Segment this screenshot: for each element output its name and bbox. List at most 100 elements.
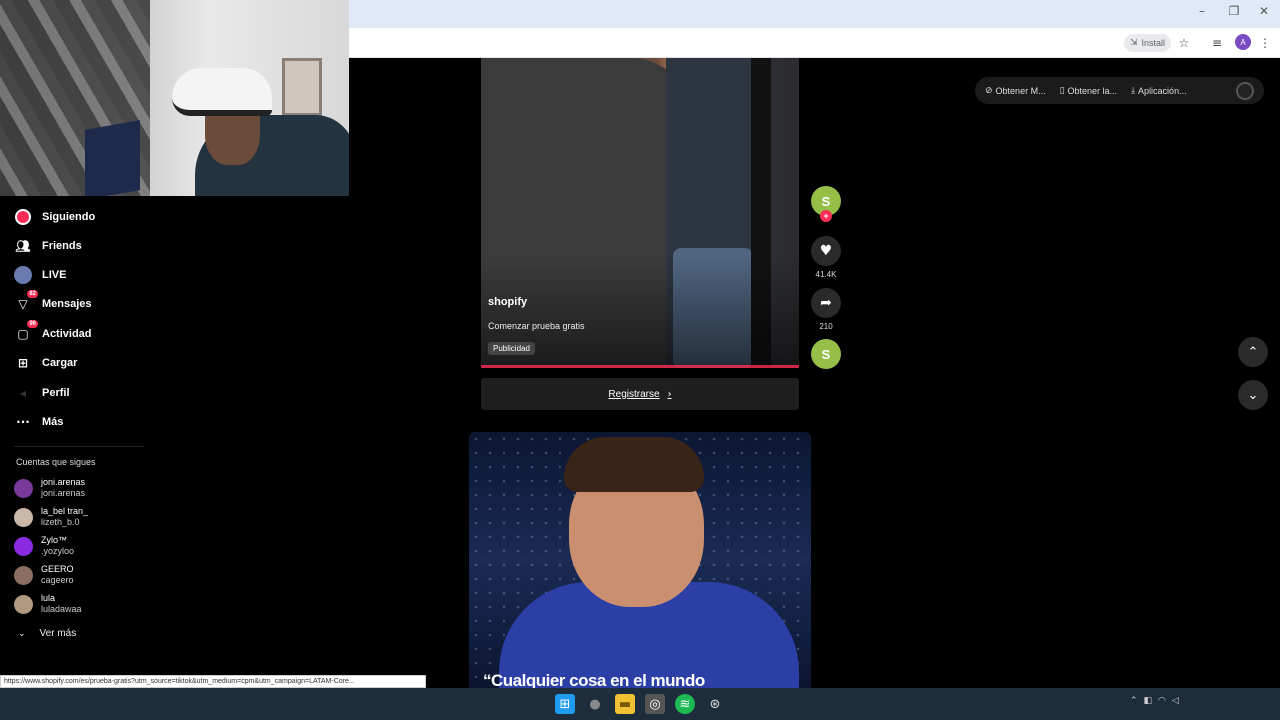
upload-icon: ⊞ bbox=[17, 356, 29, 370]
chevron-down-icon: ⌄ bbox=[1247, 387, 1259, 403]
chrome-icon[interactable]: ◎ bbox=[645, 694, 665, 714]
sidebar-item-activity[interactable]: ▢ 96 Actividad bbox=[14, 320, 92, 344]
search-icon[interactable]: ● bbox=[585, 694, 605, 714]
following-icon bbox=[14, 208, 32, 226]
sidebar-item-friends[interactable]: 👥︎ Friends bbox=[14, 236, 82, 256]
like-count: 41.4K bbox=[815, 270, 837, 279]
account-name: joni.arenas bbox=[41, 488, 86, 498]
sidebar-item-upload[interactable]: ⊞ Cargar bbox=[14, 353, 78, 373]
profile-avatar[interactable]: A bbox=[1235, 34, 1251, 50]
get-coins-label: Obtener M... bbox=[995, 85, 1046, 96]
following-account[interactable]: Zylo™ .yozyloo bbox=[14, 533, 74, 559]
sidebar-item-label: Más bbox=[42, 416, 64, 428]
account-name: lizeth_b.0 bbox=[41, 517, 80, 527]
shopify-bag-icon: S + bbox=[811, 186, 841, 222]
windows-start-icon[interactable]: ⊞ bbox=[555, 694, 575, 714]
system-tray-icons[interactable]: ⌃◧◠◁ bbox=[1130, 696, 1185, 706]
sidebar-item-live[interactable]: LIVE bbox=[14, 265, 66, 285]
avatar bbox=[14, 536, 33, 556]
ad-author-name[interactable]: shopify bbox=[488, 296, 527, 308]
following-accounts-title: Cuentas que sigues bbox=[16, 457, 96, 467]
like-button[interactable]: ♥ 41.4K bbox=[810, 236, 842, 279]
heart-icon: ♥ bbox=[811, 236, 841, 266]
link-status-bar: https://www.shopify.com/es/prueba-gratis… bbox=[0, 675, 426, 688]
previous-video-button[interactable]: ⌃ bbox=[1238, 337, 1268, 367]
webcam-picture-frame bbox=[282, 58, 322, 116]
follow-plus-icon[interactable]: + bbox=[820, 210, 832, 222]
sidebar-item-label: Siguiendo bbox=[42, 211, 96, 223]
chevron-up-icon: ⌃ bbox=[1247, 344, 1259, 360]
avatar bbox=[14, 507, 33, 527]
coin-icon: ⊘ bbox=[985, 85, 993, 96]
share-arrow-icon: ➦ bbox=[811, 288, 841, 318]
os-taskbar: ⊞ ● ▬ ◎ ≋ ⊛ bbox=[0, 688, 1280, 720]
file-explorer-icon[interactable]: ▬ bbox=[615, 694, 635, 714]
see-more-label: Ver más bbox=[39, 628, 77, 639]
install-icon: ⇲ bbox=[1130, 38, 1138, 48]
see-more-button[interactable]: ⌄ Ver más bbox=[18, 628, 76, 639]
spotify-icon[interactable]: ≋ bbox=[675, 694, 695, 714]
webcam-person-cap bbox=[172, 68, 272, 116]
account-handle: joni.arenas bbox=[41, 477, 86, 487]
sponsored-tag: Publicidad bbox=[488, 342, 535, 355]
following-account[interactable]: la_bel tran_ lizeth_b.0 bbox=[14, 504, 88, 530]
share-button[interactable]: ➦ 210 bbox=[810, 288, 842, 331]
webcam-overlay bbox=[0, 0, 349, 196]
desktop-app-label: Aplicación... bbox=[1138, 85, 1187, 96]
ad-description: Comenzar prueba gratis bbox=[488, 321, 585, 331]
next-video-button[interactable]: ⌄ bbox=[1238, 380, 1268, 410]
avatar bbox=[14, 594, 33, 614]
close-icon[interactable]: ✕ bbox=[1254, 4, 1274, 22]
minimize-icon[interactable]: – bbox=[1192, 4, 1212, 22]
maximize-icon[interactable]: ❐ bbox=[1224, 4, 1244, 22]
install-app-button[interactable]: ⇲ Install bbox=[1124, 34, 1172, 52]
sidebar-item-profile[interactable]: ◂ Perfil bbox=[14, 383, 70, 403]
steam-icon[interactable]: ⊛ bbox=[705, 694, 725, 714]
video-scene-hair bbox=[564, 437, 704, 492]
browser-toolbar: ⇲ Install ☆ ≡ A ⋮ bbox=[349, 28, 1280, 58]
media-controls-icon[interactable]: ≡ bbox=[1207, 33, 1227, 53]
install-label: Install bbox=[1141, 38, 1166, 48]
sidebar-item-label: Actividad bbox=[42, 328, 92, 340]
bookmark-star-icon[interactable]: ☆ bbox=[1174, 33, 1194, 53]
sidebar-item-label: Mensajes bbox=[42, 298, 92, 310]
chevron-right-icon: › bbox=[667, 388, 672, 400]
account-handle: Zylo™ bbox=[41, 535, 68, 545]
avatar bbox=[14, 565, 33, 585]
share-count: 210 bbox=[819, 322, 833, 331]
video-progress-bar[interactable] bbox=[481, 365, 799, 368]
next-video-player[interactable] bbox=[469, 432, 811, 688]
sidebar-item-more[interactable]: ··· Más bbox=[14, 412, 63, 432]
account-name: cageero bbox=[41, 575, 74, 585]
desktop-app-button[interactable]: ⤓ Aplicación... bbox=[1131, 86, 1187, 96]
messages-icon: ▽ 82 bbox=[18, 290, 38, 311]
sidebar-item-label: Perfil bbox=[42, 387, 70, 399]
account-handle: GEERO bbox=[41, 564, 74, 574]
profile-icon: ◂ bbox=[19, 386, 27, 400]
account-handle: la_bel tran_ bbox=[41, 506, 89, 516]
sidebar-item-following[interactable]: Siguiendo bbox=[14, 207, 95, 227]
register-cta-button[interactable]: Registrarse › bbox=[481, 378, 799, 410]
live-icon bbox=[14, 266, 32, 284]
sidebar-item-label: Cargar bbox=[42, 357, 78, 369]
activity-badge: 96 bbox=[27, 320, 38, 328]
get-app-label: Obtener la... bbox=[1067, 85, 1118, 96]
get-app-button[interactable]: ▯ Obtener la... bbox=[1060, 86, 1117, 96]
shopify-bag-icon: S bbox=[811, 339, 841, 369]
sidebar-divider bbox=[14, 446, 144, 447]
following-account[interactable]: joni.arenas joni.arenas bbox=[14, 475, 85, 501]
following-account[interactable]: GEERO cageero bbox=[14, 562, 74, 588]
messages-badge: 82 bbox=[27, 290, 38, 298]
sidebar-item-label: Friends bbox=[42, 240, 82, 252]
creator-avatar-button[interactable]: S + bbox=[810, 186, 842, 222]
browser-menu-icon[interactable]: ⋮ bbox=[1255, 33, 1275, 53]
get-coins-button[interactable]: ⊘ Obtener M... bbox=[985, 86, 1046, 96]
cta-label: Registrarse bbox=[608, 388, 660, 400]
more-icon: ··· bbox=[16, 415, 30, 429]
following-account[interactable]: lula luladawaa bbox=[14, 591, 82, 617]
account-name: .yozyloo bbox=[41, 546, 75, 556]
user-avatar[interactable] bbox=[1236, 81, 1254, 100]
sidebar-item-messages[interactable]: ▽ 82 Mensajes bbox=[14, 290, 92, 314]
account-name: luladawaa bbox=[41, 604, 82, 614]
shopify-sound-button[interactable]: S bbox=[810, 339, 842, 369]
